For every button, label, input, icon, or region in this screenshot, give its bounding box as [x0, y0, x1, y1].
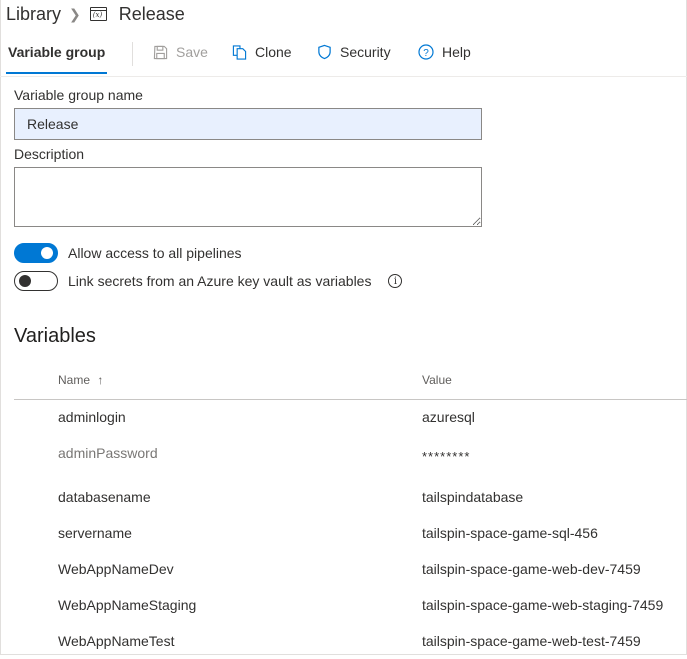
variable-value: tailspin-space-game-web-test-7459: [422, 633, 641, 649]
allow-access-label: Allow access to all pipelines: [68, 245, 242, 261]
table-row[interactable]: WebAppNameTest tailspin-space-game-web-te…: [14, 623, 687, 659]
variable-name: WebAppNameDev: [58, 561, 174, 577]
variable-name: servername: [58, 525, 132, 541]
variable-group-name-input[interactable]: [14, 108, 482, 140]
toggle-knob: [19, 275, 31, 287]
table-row[interactable]: adminPassword ********: [14, 435, 687, 471]
variable-value: tailspin-space-game-web-staging-7459: [422, 597, 664, 613]
toolbar: Variable group Save Clone Security ? Hel…: [0, 36, 687, 77]
variable-value: tailspin-space-game-sql-456: [422, 525, 598, 541]
help-label: Help: [442, 44, 471, 60]
breadcrumb-library-link[interactable]: Library: [6, 4, 61, 25]
breadcrumb: Library ❯ (x) Release: [6, 2, 185, 26]
svg-text:?: ?: [423, 48, 429, 59]
column-header-value[interactable]: Value: [422, 373, 452, 387]
sort-ascending-icon: ↑: [97, 373, 104, 387]
toolbar-divider: [132, 42, 133, 66]
breadcrumb-current: Release: [118, 3, 185, 24]
save-label: Save: [176, 44, 208, 60]
variable-group-name-label: Variable group name: [14, 87, 143, 103]
table-row[interactable]: servername tailspin-space-game-sql-456: [14, 515, 687, 551]
table-row[interactable]: databasename tailspindatabase: [14, 479, 687, 515]
table-row[interactable]: adminlogin azuresql: [14, 399, 687, 435]
clone-icon: [232, 45, 247, 60]
allow-access-row: Allow access to all pipelines: [14, 243, 242, 263]
variable-value: tailspindatabase: [422, 489, 524, 505]
toggle-knob: [41, 247, 53, 259]
help-button[interactable]: ? Help: [418, 44, 471, 60]
help-icon: ?: [418, 44, 434, 60]
key-vault-row: Link secrets from an Azure key vault as …: [14, 271, 403, 291]
column-header-name[interactable]: Name ↑: [58, 373, 103, 387]
chevron-right-icon: ❯: [69, 5, 81, 22]
variables-title: Variables: [14, 325, 96, 347]
save-icon: [153, 45, 168, 59]
variable-name: WebAppNameTest: [58, 633, 175, 649]
description-label: Description: [14, 146, 85, 162]
shield-icon: [318, 44, 331, 60]
variable-name: adminPassword: [58, 445, 158, 461]
table-row[interactable]: WebAppNameStaging tailspin-space-game-web…: [14, 587, 687, 623]
variable-name: WebAppNameStaging: [58, 597, 197, 613]
key-vault-toggle[interactable]: [14, 271, 58, 291]
column-header-name-label: Name: [58, 373, 91, 387]
save-button[interactable]: Save: [153, 44, 208, 60]
variable-secret-value: ********: [422, 449, 471, 464]
active-tab-indicator: [6, 72, 107, 74]
allow-access-toggle[interactable]: [14, 243, 58, 263]
table-row[interactable]: WebAppNameDev tailspin-space-game-web-dev…: [14, 551, 687, 587]
variable-group-icon: (x): [89, 7, 107, 21]
variable-value: tailspin-space-game-web-dev-7459: [422, 561, 641, 577]
clone-button[interactable]: Clone: [232, 44, 292, 60]
variable-name: adminlogin: [58, 409, 126, 425]
variable-value: azuresql: [422, 409, 475, 425]
description-textarea[interactable]: [14, 167, 482, 227]
key-vault-label: Link secrets from an Azure key vault as …: [68, 273, 372, 289]
info-icon[interactable]: i: [388, 274, 403, 288]
security-button[interactable]: Security: [317, 44, 391, 60]
security-label: Security: [340, 44, 391, 60]
clone-label: Clone: [255, 44, 292, 60]
tab-variable-group[interactable]: Variable group: [8, 44, 105, 60]
variable-name: databasename: [58, 489, 151, 505]
